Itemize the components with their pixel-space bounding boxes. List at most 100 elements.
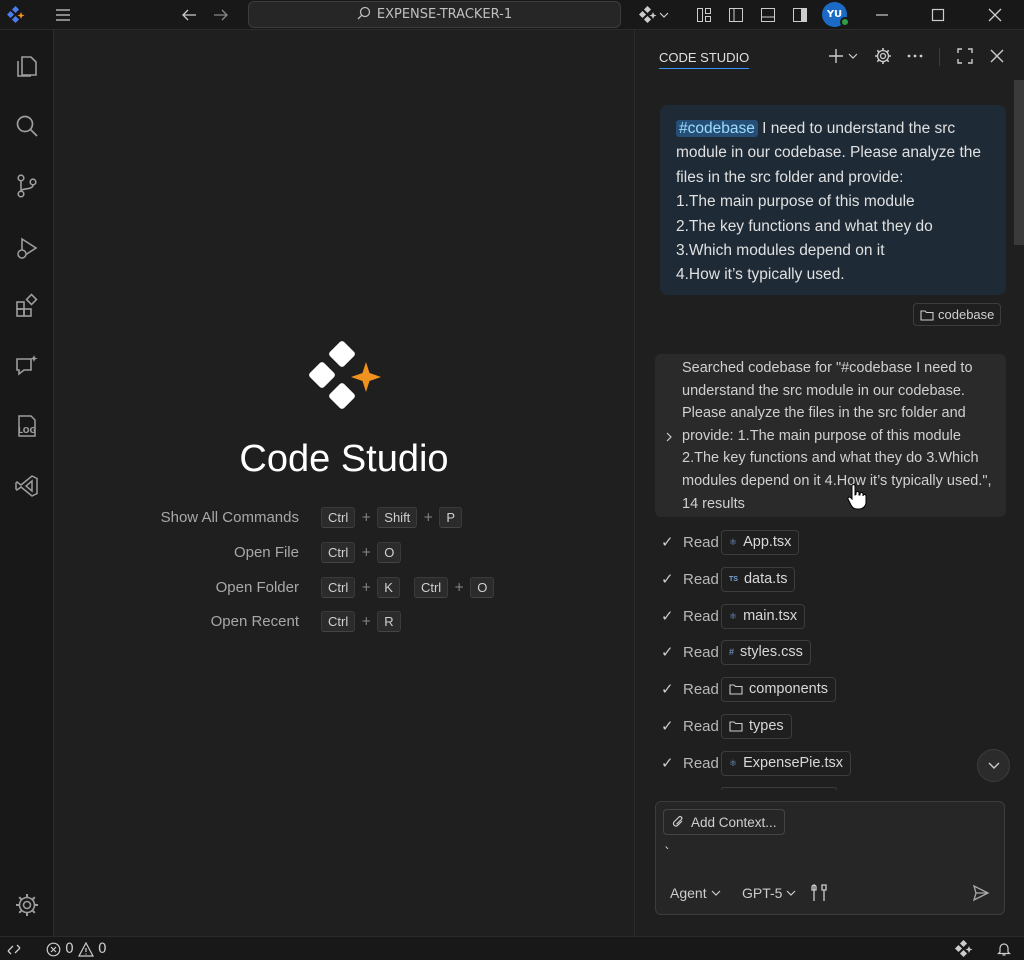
file-name: styles.css [740, 644, 803, 660]
close-window-icon[interactable] [980, 0, 1010, 30]
key: O [377, 541, 402, 563]
toggle-secondary-sidebar-icon[interactable] [788, 0, 812, 30]
welcome-title: Code Studio [239, 438, 449, 480]
tools-icon[interactable] [810, 882, 828, 904]
chat-icon[interactable] [0, 342, 54, 390]
shortcut-show-all-commands[interactable]: Show All Commands Ctrl + Shift + P [54, 504, 634, 530]
key: Ctrl [321, 541, 356, 563]
read-label: Read [683, 680, 719, 698]
key-plus: + [361, 614, 372, 628]
panel-title-tab[interactable]: CODE STUDIO [659, 50, 750, 69]
check-icon: ✓ [661, 681, 674, 698]
mode-picker[interactable]: Agent [670, 882, 721, 904]
status-bar: 0 0 [0, 936, 1024, 960]
command-center-search[interactable]: EXPENSE-TRACKER-1 [248, 1, 621, 28]
remote-icon[interactable] [6, 937, 22, 960]
copilot-menu-button[interactable] [636, 0, 672, 30]
key: P [439, 506, 463, 528]
add-context-button[interactable]: Add Context... [663, 809, 785, 835]
menu-icon[interactable] [50, 0, 76, 30]
key: Ctrl [413, 576, 449, 598]
search-activity-icon[interactable] [0, 102, 54, 150]
read-item: ✓ Read # styles.css [661, 639, 811, 665]
explorer-icon[interactable] [0, 42, 54, 90]
check-icon: ✓ [661, 755, 674, 772]
chat-settings-icon[interactable] [871, 44, 895, 68]
warning-count: 0 [97, 941, 107, 957]
log-icon[interactable]: LOG [0, 402, 54, 450]
shortcut-open-folder[interactable]: Open Folder Ctrl + K Ctrl + O [54, 574, 634, 600]
model-label: GPT-5 [742, 885, 783, 901]
search-icon [357, 6, 371, 24]
react-icon: ⚛ [729, 757, 738, 768]
scroll-to-bottom-button[interactable] [977, 749, 1010, 782]
read-label: Read [683, 717, 719, 735]
shortcut-open-recent[interactable]: Open Recent Ctrl + R [54, 608, 634, 634]
read-item: ✓ Read ⚛ App.tsx [661, 529, 800, 555]
problems-indicator[interactable]: 0 0 [46, 937, 107, 960]
file-chip[interactable]: TS data.ts [721, 566, 796, 592]
folder-icon [920, 309, 934, 321]
extensions-icon[interactable] [0, 282, 54, 330]
key-plus: + [361, 580, 372, 594]
visual-studio-icon[interactable] [0, 462, 54, 510]
css-icon: # [729, 647, 735, 657]
error-icon [46, 942, 61, 956]
message-line: 4.How it’s typically used. [676, 266, 845, 284]
file-chip[interactable]: ⚛ App.tsx [721, 529, 800, 555]
online-status-dot [840, 17, 850, 27]
notifications-bell-icon[interactable] [996, 937, 1012, 960]
file-chip[interactable]: ⚛ main.tsx [721, 603, 806, 629]
maximize-panel-icon[interactable] [953, 44, 977, 68]
send-icon[interactable] [972, 882, 990, 904]
key: O [470, 576, 495, 598]
chat-panel: CODE STUDIO #codebase I need to understa… [634, 30, 1024, 936]
file-name: App.tsx [743, 534, 792, 550]
plus-icon [829, 49, 843, 63]
file-chip[interactable]: types [721, 713, 792, 739]
forward-arrow-icon[interactable] [208, 0, 234, 30]
file-chip[interactable]: components [721, 676, 836, 702]
model-picker[interactable]: GPT-5 [742, 882, 796, 904]
shortcut-open-file[interactable]: Open File Ctrl + O [54, 539, 634, 565]
chevron-down-icon [787, 890, 796, 896]
read-label: Read [683, 607, 719, 625]
chevron-down-icon [659, 12, 669, 18]
customize-layout-icon[interactable] [692, 0, 716, 30]
settings-gear-icon[interactable] [0, 881, 54, 929]
add-context-label: Add Context... [691, 814, 777, 830]
copilot-status-icon[interactable] [954, 937, 974, 960]
file-name: data.ts [743, 571, 788, 587]
warning-icon [77, 941, 94, 957]
back-arrow-icon[interactable] [176, 0, 202, 30]
check-icon: ✓ [661, 718, 674, 735]
key: K [377, 576, 400, 598]
file-chip[interactable]: # styles.css [721, 639, 811, 665]
close-panel-icon[interactable] [985, 44, 1009, 68]
chat-input-box[interactable]: Add Context... ` Agent GPT-5 [655, 801, 1005, 915]
shortcut-label: Open Recent [210, 612, 299, 630]
toggle-primary-sidebar-icon[interactable] [724, 0, 748, 30]
run-debug-icon[interactable] [0, 224, 54, 272]
chevron-right-icon [665, 427, 673, 450]
new-chat-button[interactable] [823, 44, 863, 68]
file-chip[interactable]: ⚛ ExpensePie.tsx [721, 750, 852, 776]
toggle-panel-icon[interactable] [756, 0, 780, 30]
chat-input-field[interactable]: ` [664, 846, 671, 862]
file-name: types [749, 718, 784, 734]
clipped-file-chip [721, 787, 837, 790]
chevron-down-icon [988, 762, 999, 769]
source-control-icon[interactable] [0, 162, 54, 210]
codebase-tag[interactable]: #codebase [676, 120, 758, 137]
more-actions-icon[interactable] [903, 44, 927, 68]
read-label: Read [683, 570, 719, 588]
context-chip-codebase[interactable]: codebase [913, 303, 1002, 326]
minimize-icon[interactable] [868, 0, 896, 30]
panel-scrollbar[interactable] [1014, 80, 1024, 245]
mode-label: Agent [670, 885, 707, 901]
read-item: ✓ Read ⚛ main.tsx [661, 603, 806, 629]
key: Shift [377, 506, 418, 528]
maximize-icon[interactable] [924, 0, 952, 30]
folder-icon [729, 721, 743, 732]
search-result-summary[interactable]: Searched codebase for "#codebase I need … [655, 354, 1006, 517]
